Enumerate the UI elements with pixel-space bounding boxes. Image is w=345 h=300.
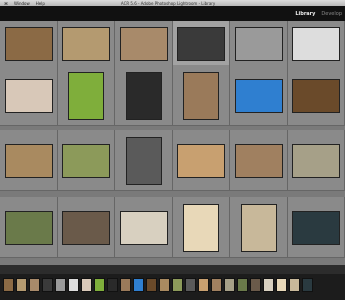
module-picker: Library Develop xyxy=(292,6,345,21)
photo-thumbnail[interactable] xyxy=(62,143,111,178)
filmstrip-thumb[interactable] xyxy=(263,278,274,292)
grid-cell[interactable] xyxy=(115,197,173,258)
grid-cell[interactable] xyxy=(115,65,173,126)
filmstrip-thumb[interactable] xyxy=(159,278,170,292)
filmstrip-thumb[interactable] xyxy=(55,278,66,292)
photo-thumbnail[interactable] xyxy=(4,26,53,61)
grid-cell[interactable] xyxy=(0,65,58,126)
filmstrip-thumb[interactable] xyxy=(198,278,209,292)
filmstrip-thumb[interactable] xyxy=(68,278,79,292)
photo-thumbnail[interactable] xyxy=(68,71,105,120)
photo-thumbnail[interactable] xyxy=(234,78,283,113)
filmstrip-thumbs xyxy=(0,274,345,296)
filmstrip-thumb[interactable] xyxy=(3,278,14,292)
filmstrip-thumb[interactable] xyxy=(81,278,92,292)
filmstrip-thumb[interactable] xyxy=(224,278,235,292)
photo-thumbnail[interactable] xyxy=(292,78,341,113)
library-grid xyxy=(0,21,345,265)
photo-thumbnail[interactable] xyxy=(177,143,226,178)
menu-item-apple[interactable]: ⌘ xyxy=(4,1,8,6)
photo-thumbnail[interactable] xyxy=(177,26,226,61)
module-develop[interactable]: Develop xyxy=(318,11,345,17)
filmstrip-thumb[interactable] xyxy=(29,278,40,292)
filmstrip-toolbar xyxy=(0,265,345,274)
menu-item-help[interactable]: Help xyxy=(36,1,45,6)
grid-cell[interactable] xyxy=(172,130,230,191)
photo-thumbnail[interactable] xyxy=(292,26,341,61)
photo-thumbnail[interactable] xyxy=(62,26,111,61)
photo-thumbnail[interactable] xyxy=(234,26,283,61)
photo-thumbnail[interactable] xyxy=(4,78,53,113)
filmstrip-thumb[interactable] xyxy=(94,278,105,292)
filmstrip-thumb[interactable] xyxy=(185,278,196,292)
grid-cell[interactable] xyxy=(287,197,345,258)
filmstrip-thumb[interactable] xyxy=(16,278,27,292)
filmstrip-thumb[interactable] xyxy=(172,278,183,292)
photo-thumbnail[interactable] xyxy=(292,210,341,245)
filmstrip-thumb[interactable] xyxy=(120,278,131,292)
filmstrip-thumb[interactable] xyxy=(250,278,261,292)
grid-cell[interactable] xyxy=(57,65,115,126)
photo-thumbnail[interactable] xyxy=(125,136,162,185)
photo-thumbnail[interactable] xyxy=(240,203,277,252)
photo-thumbnail[interactable] xyxy=(119,26,168,61)
grid-cell[interactable] xyxy=(115,130,173,191)
filmstrip-thumb[interactable] xyxy=(237,278,248,292)
grid-cell[interactable] xyxy=(57,130,115,191)
photo-thumbnail[interactable] xyxy=(183,71,220,120)
grid-cell[interactable] xyxy=(57,197,115,258)
photo-thumbnail[interactable] xyxy=(125,71,162,120)
filmstrip-thumb[interactable] xyxy=(276,278,287,292)
filmstrip-thumb[interactable] xyxy=(107,278,118,292)
filmstrip-thumb[interactable] xyxy=(42,278,53,292)
filmstrip-thumb[interactable] xyxy=(302,278,313,292)
grid-cell[interactable] xyxy=(287,130,345,191)
photo-thumbnail[interactable] xyxy=(183,203,220,252)
photo-thumbnail[interactable] xyxy=(4,210,53,245)
menu-item-window[interactable]: Window xyxy=(14,1,30,6)
window-title: ACR 5.6 - Adobe Photoshop Lightroom - Li… xyxy=(120,0,216,6)
photo-thumbnail[interactable] xyxy=(4,143,53,178)
photo-thumbnail[interactable] xyxy=(234,143,283,178)
grid-cell[interactable] xyxy=(0,130,58,191)
grid-cell[interactable] xyxy=(172,197,230,258)
photo-thumbnail[interactable] xyxy=(292,143,341,178)
module-library[interactable]: Library xyxy=(292,11,318,17)
filmstrip-thumb[interactable] xyxy=(289,278,300,292)
photo-thumbnail[interactable] xyxy=(62,210,111,245)
filmstrip-thumb[interactable] xyxy=(211,278,222,292)
photo-thumbnail[interactable] xyxy=(119,210,168,245)
filmstrip xyxy=(0,265,345,300)
grid-cell[interactable] xyxy=(230,130,288,191)
grid-cell[interactable] xyxy=(287,65,345,126)
grid-cell[interactable] xyxy=(0,197,58,258)
filmstrip-thumb[interactable] xyxy=(133,278,144,292)
grid-cell[interactable] xyxy=(230,65,288,126)
grid-cell[interactable] xyxy=(230,197,288,258)
grid-cell[interactable] xyxy=(172,65,230,126)
filmstrip-thumb[interactable] xyxy=(146,278,157,292)
